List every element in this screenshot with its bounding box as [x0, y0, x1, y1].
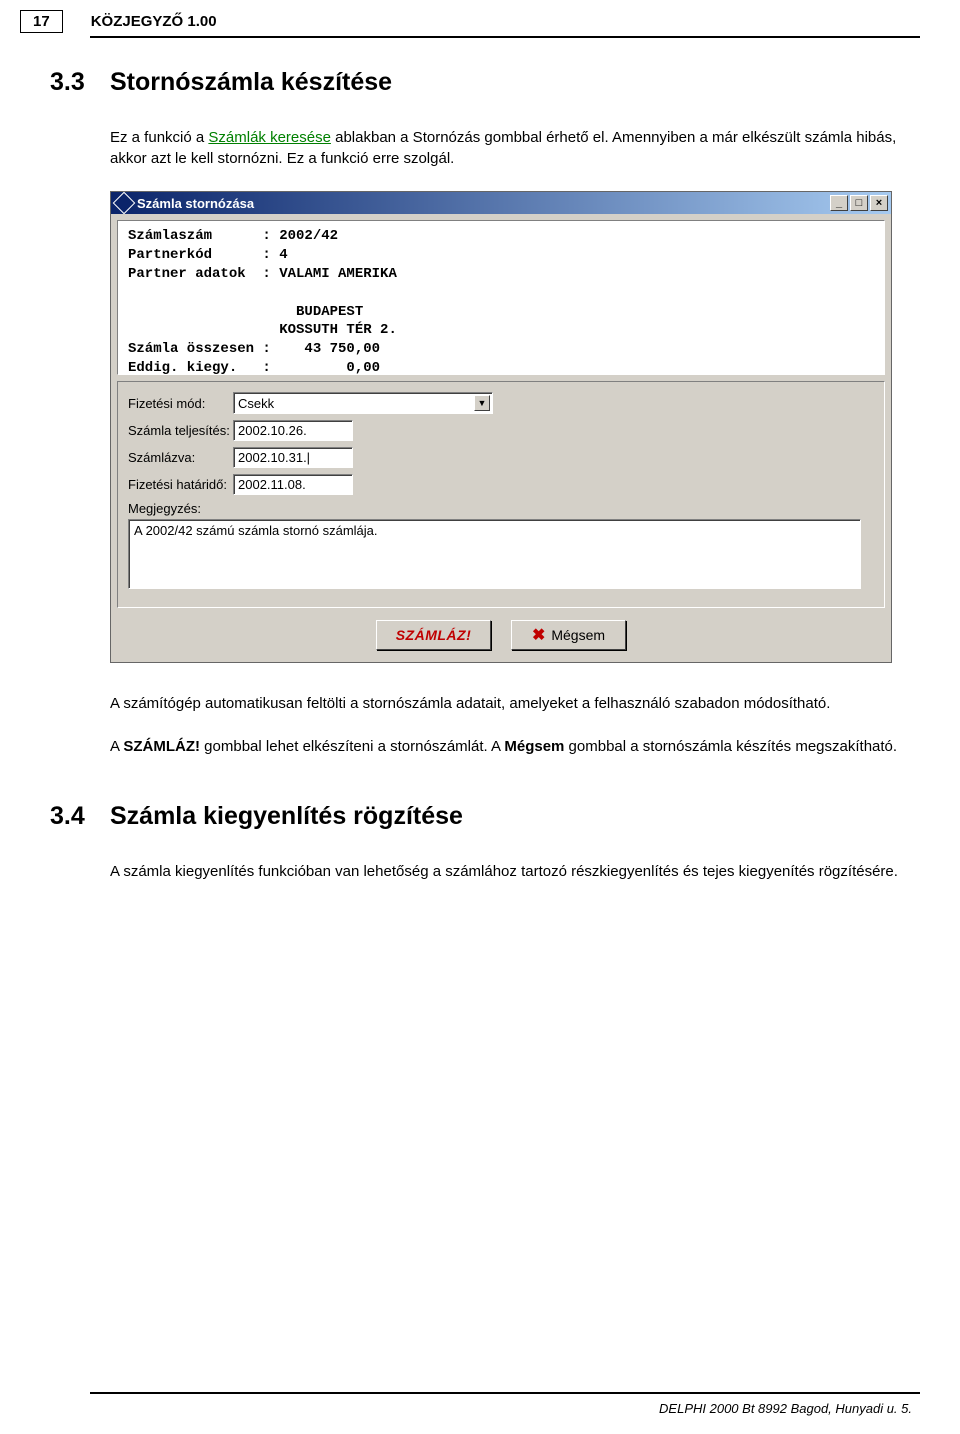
label-megjegyzes: Megjegyzés: [128, 501, 201, 516]
minimize-button[interactable]: _ [830, 195, 848, 211]
link-szamlak-keresese[interactable]: Számlák keresése [208, 129, 331, 146]
label-hatarido: Fizetési határidő: [128, 477, 233, 492]
button-row: SZÁMLÁZ! ✖ Mégsem [111, 614, 891, 662]
combo-fizetesi-mod[interactable]: Csekk ▼ [233, 392, 493, 414]
button-label: SZÁMLÁZ! [396, 627, 472, 643]
text-bold: SZÁMLÁZ! [123, 738, 200, 755]
doc-title: KÖZJEGYZŐ 1.00 [91, 10, 217, 30]
footer-rule [90, 1392, 920, 1394]
section-number: 3.3 [50, 68, 110, 97]
section-3-4-heading: 3.4 Számla kiegyenlítés rögzítése [110, 802, 900, 831]
section-number: 3.4 [50, 802, 110, 831]
textarea-megjegyzes[interactable]: A 2002/42 számú számla stornó számlája. [128, 519, 861, 589]
text: A [110, 738, 123, 755]
app-icon [113, 192, 136, 215]
section-title: Számla kiegyenlítés rögzítése [110, 802, 463, 831]
paragraph: Ez a funkció a Számlák keresése ablakban… [110, 127, 900, 169]
paragraph: A SZÁMLÁZ! gombbal lehet elkészíteni a s… [110, 736, 900, 757]
label-szamlazva: Számlázva: [128, 450, 233, 465]
megsem-button[interactable]: ✖ Mégsem [511, 620, 626, 650]
info-panel: Számlaszám : 2002/42 Partnerkód : 4 Part… [117, 220, 885, 375]
input-szamlazva[interactable]: 2002.10.31.| [233, 447, 353, 468]
szamlaz-button[interactable]: SZÁMLÁZ! [376, 620, 491, 650]
window-controls: _ □ × [830, 195, 888, 211]
close-icon: ✖ [532, 625, 545, 645]
label-teljesites: Számla teljesítés: [128, 423, 233, 438]
page-content: 3.3 Stornószámla készítése Ez a funkció … [0, 38, 960, 882]
section-3-3-heading: 3.3 Stornószámla készítése [110, 68, 900, 97]
input-teljesites[interactable]: 2002.10.26. [233, 420, 353, 441]
paragraph: A számítógép automatikusan feltölti a st… [110, 693, 900, 714]
header: 17 KÖZJEGYZŐ 1.00 [0, 0, 960, 33]
paragraph: A számla kiegyenlítés funkcióban van leh… [110, 861, 900, 882]
window-title: Számla stornózása [137, 196, 830, 211]
input-hatarido[interactable]: 2002.11.08. [233, 474, 353, 495]
text: Ez a funkció a [110, 129, 208, 146]
form-panel: Fizetési mód: Csekk ▼ Számla teljesítés:… [117, 381, 885, 608]
titlebar: Számla stornózása _ □ × [111, 192, 891, 214]
text: gombbal a stornószámla készítés megszakí… [564, 738, 897, 755]
section-title: Stornószámla készítése [110, 68, 392, 97]
combo-value: Csekk [238, 396, 274, 411]
page-number: 17 [20, 10, 63, 33]
footer-text: DELPHI 2000 Bt 8992 Bagod, Hunyadi u. 5. [659, 1401, 912, 1416]
close-button[interactable]: × [870, 195, 888, 211]
label-fizetesi-mod: Fizetési mód: [128, 396, 233, 411]
text: gombbal lehet elkészíteni a stornószámlá… [200, 738, 504, 755]
maximize-button[interactable]: □ [850, 195, 868, 211]
chevron-down-icon[interactable]: ▼ [474, 395, 490, 411]
button-label: Mégsem [551, 627, 605, 643]
dialog-window: Számla stornózása _ □ × Számlaszám : 200… [110, 191, 892, 663]
text-bold: Mégsem [504, 738, 564, 755]
